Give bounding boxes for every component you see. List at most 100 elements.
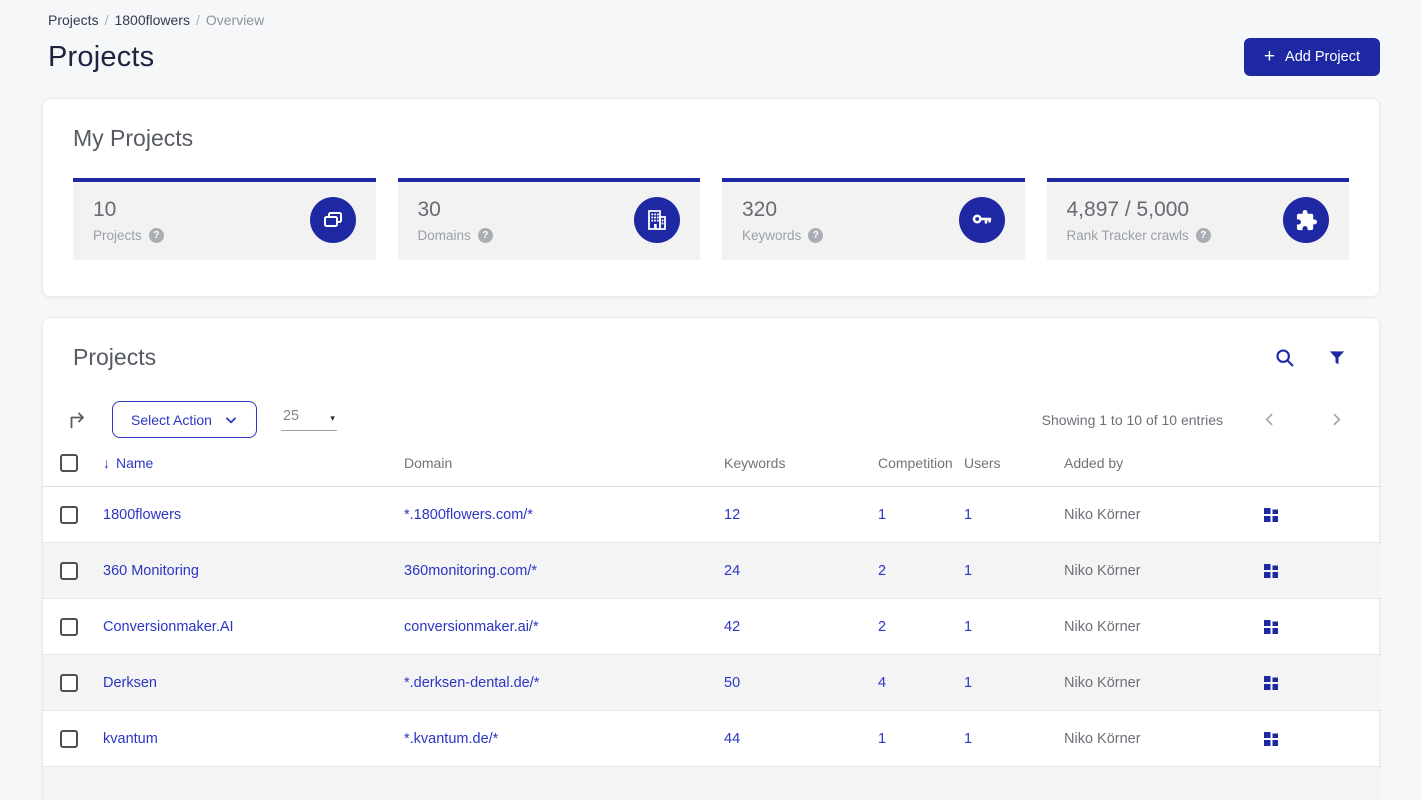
projects-section-title: Projects — [73, 344, 157, 370]
project-domain-link[interactable]: *.derksen-dental.de/* — [404, 675, 539, 691]
my-projects-card: My Projects 10 Projects ? 30 Domains ? 3… — [42, 98, 1380, 297]
domains-count: 30 — [417, 197, 441, 221]
users-count-link[interactable]: 1 — [964, 731, 972, 747]
stat-tile-projects: 10 Projects ? — [73, 178, 376, 260]
search-icon[interactable] — [1274, 347, 1295, 368]
keywords-count-link[interactable]: 44 — [724, 731, 740, 747]
projects-count: 10 — [93, 197, 117, 221]
keywords-count-link[interactable]: 42 — [724, 619, 740, 635]
key-icon — [958, 197, 1005, 243]
project-domain-link[interactable]: *.1800flowers.com/* — [404, 507, 533, 523]
stat-tile-domains: 30 Domains ? — [397, 178, 700, 260]
project-domain-link[interactable]: conversionmaker.ai/* — [404, 619, 539, 635]
keywords-count-link[interactable]: 12 — [724, 507, 740, 523]
projects-label: Projects — [93, 227, 142, 243]
chevron-down-icon — [225, 416, 236, 423]
dashboard-grid-icon[interactable] — [1263, 619, 1279, 635]
pagination-next-icon[interactable] — [1328, 411, 1345, 428]
project-name-link[interactable]: 360 Monitoring — [103, 563, 199, 579]
breadcrumb: Projects / 1800flowers / Overview — [42, 12, 1380, 28]
filter-icon[interactable] — [1327, 348, 1347, 368]
breadcrumb-projects[interactable]: Projects — [48, 12, 99, 28]
page-title: Projects — [48, 40, 155, 73]
help-icon[interactable]: ? — [808, 227, 824, 243]
column-header-domain[interactable]: Domain — [404, 454, 724, 487]
select-caret-icon: ▾ — [330, 413, 335, 423]
row-checkbox[interactable] — [60, 729, 78, 748]
keywords-label: Keywords — [742, 227, 802, 243]
projects-table-card: Projects Select Action 25 ▾ Showing 1 to… — [42, 317, 1382, 800]
keywords-count: 320 — [742, 197, 778, 221]
table-row: Derksen *.derksen-dental.de/* 50 4 1 Nik… — [43, 654, 1382, 711]
table-header-row: ↓ Name Domain Keywords Competition Users… — [43, 454, 1382, 487]
users-count-link[interactable]: 1 — [964, 619, 972, 635]
select-action-dropdown[interactable]: Select Action — [112, 401, 257, 438]
stat-tile-crawls: 4,897 / 5,000 Rank Tracker crawls ? — [1046, 178, 1349, 260]
added-by-value: Niko Körner — [1064, 562, 1141, 579]
column-header-name[interactable]: ↓ Name — [103, 455, 404, 471]
select-action-label: Select Action — [131, 411, 212, 428]
crawls-count: 4,897 / 5,000 — [1066, 197, 1190, 221]
showing-entries-text: Showing 1 to 10 of 10 entries — [1041, 411, 1223, 428]
project-name-link[interactable]: 1800flowers — [103, 507, 181, 523]
add-project-button[interactable]: + Add Project — [1243, 38, 1380, 76]
my-projects-title: My Projects — [73, 125, 194, 151]
project-domain-link[interactable]: 360monitoring.com/* — [404, 563, 537, 579]
added-by-value: Niko Körner — [1064, 674, 1141, 691]
crawls-label: Rank Tracker crawls — [1066, 227, 1189, 243]
dashboard-grid-icon[interactable] — [1263, 563, 1279, 579]
project-name-link[interactable]: Derksen — [103, 675, 157, 691]
stats-row: 10 Projects ? 30 Domains ? 320 Keywords … — [73, 178, 1349, 260]
breadcrumb-overview: Overview — [205, 12, 265, 28]
column-header-added-by[interactable]: Added by — [1064, 454, 1263, 487]
added-by-value: Niko Körner — [1064, 506, 1141, 523]
row-checkbox[interactable] — [60, 505, 78, 524]
pagination-prev-icon[interactable] — [1261, 411, 1278, 428]
project-domain-link[interactable]: *.kvantum.de/* — [404, 731, 498, 747]
breadcrumb-1800flowers[interactable]: 1800flowers — [114, 12, 190, 28]
table-row: 1800flowers *.1800flowers.com/* 12 1 1 N… — [43, 487, 1382, 543]
row-checkbox[interactable] — [60, 561, 78, 580]
sort-descending-icon: ↓ — [103, 455, 110, 471]
dashboard-grid-icon[interactable] — [1263, 507, 1279, 523]
table-row-partial — [43, 766, 1382, 800]
help-icon[interactable]: ? — [477, 227, 493, 243]
keywords-count-link[interactable]: 24 — [724, 563, 740, 579]
column-header-keywords[interactable]: Keywords — [724, 454, 878, 487]
competition-count-link[interactable]: 2 — [878, 619, 886, 635]
stat-tile-keywords: 320 Keywords ? — [722, 178, 1025, 260]
column-header-users[interactable]: Users — [964, 454, 1064, 487]
page-size-select[interactable]: 25 ▾ — [280, 408, 337, 431]
page-header: Projects + Add Project — [42, 38, 1380, 76]
puzzle-icon — [1283, 197, 1329, 243]
project-name-link[interactable]: Conversionmaker.AI — [103, 619, 234, 635]
table-row: Conversionmaker.AI conversionmaker.ai/* … — [43, 598, 1382, 655]
keywords-count-link[interactable]: 50 — [724, 675, 740, 691]
building-icon — [634, 197, 680, 243]
users-count-link[interactable]: 1 — [964, 563, 972, 579]
competition-count-link[interactable]: 1 — [878, 731, 886, 747]
competition-count-link[interactable]: 1 — [878, 507, 886, 523]
added-by-value: Niko Körner — [1064, 730, 1141, 747]
dashboard-grid-icon[interactable] — [1263, 675, 1279, 691]
export-arrow-icon[interactable] — [66, 408, 90, 432]
row-checkbox[interactable] — [60, 673, 78, 692]
page-size-value: 25 — [282, 408, 300, 424]
table-toolbar: Select Action 25 ▾ Showing 1 to 10 of 10… — [66, 401, 1349, 438]
users-count-link[interactable]: 1 — [964, 675, 972, 691]
column-header-competition[interactable]: Competition — [878, 454, 964, 487]
help-icon[interactable]: ? — [1195, 227, 1211, 243]
select-all-checkbox[interactable] — [60, 454, 78, 472]
competition-count-link[interactable]: 4 — [878, 675, 886, 691]
help-icon[interactable]: ? — [148, 227, 164, 243]
dashboard-grid-icon[interactable] — [1263, 731, 1279, 747]
projects-stack-icon — [309, 197, 356, 243]
row-checkbox[interactable] — [60, 617, 78, 636]
project-name-link[interactable]: kvantum — [103, 731, 158, 747]
breadcrumb-separator: / — [104, 12, 109, 28]
users-count-link[interactable]: 1 — [964, 507, 972, 523]
competition-count-link[interactable]: 2 — [878, 563, 886, 579]
page-root: Projects / 1800flowers / Overview Projects +… — [0, 0, 1422, 800]
table-row: 360 Monitoring 360monitoring.com/* 24 2 … — [43, 542, 1382, 599]
table-row: kvantum *.kvantum.de/* 44 1 1 Niko Körne… — [43, 710, 1382, 767]
